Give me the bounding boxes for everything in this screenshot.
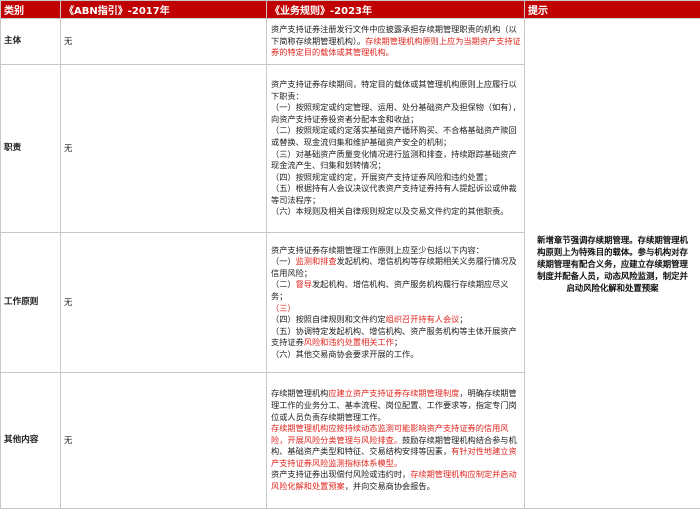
rule-line: （六）本规则及相关自律规则规定以及交易文件约定的其他职责。 bbox=[271, 206, 521, 218]
comparison-table: 类别 《ABN指引》-2017年 《业务规则》-2023年 提示 主体 无 资产… bbox=[0, 0, 700, 509]
category-cell: 其他内容 bbox=[1, 373, 61, 509]
rules-cell: 存续期管理机构应建立资产支持证券存续期管理制度，明确存续期管理工作的业务分工、基… bbox=[267, 373, 525, 509]
abn-cell: 无 bbox=[61, 65, 267, 233]
category-cell: 工作原则 bbox=[1, 233, 61, 373]
header-category: 类别 bbox=[1, 1, 61, 19]
rule-item: （三） bbox=[271, 303, 521, 315]
rules-cell: 资产支持证券注册发行文件中应披露承担存续期管理职责的机构（以下简称存续期管理机构… bbox=[267, 19, 525, 65]
header-abn: 《ABN指引》-2017年 bbox=[61, 1, 267, 19]
abn-cell: 无 bbox=[61, 233, 267, 373]
rule-item: （四）按照自律规则和文件约定组织召开持有人会议； bbox=[271, 314, 521, 326]
header-tip: 提示 bbox=[525, 1, 700, 19]
rules-cell: 资产支持证券存续期管理工作原则上应至少包括以下内容： （一）监测和排查发起机构、… bbox=[267, 233, 525, 373]
rule-item: （二）督导发起机构、增信机构、资产服务机构履行存续期应尽义务； bbox=[271, 279, 521, 302]
rule-line: （一）按照规定或约定管理、运用、处分基础资产及担保物（如有），向资产支持证券投资… bbox=[271, 102, 521, 125]
rule-line: 资产支持证券存续期管理工作原则上应至少包括以下内容： bbox=[271, 245, 521, 257]
rule-item: （六）其他交易商协会要求开展的工作。 bbox=[271, 349, 521, 361]
row-subject: 主体 无 资产支持证券注册发行文件中应披露承担存续期管理职责的机构（以下简称存续… bbox=[1, 19, 700, 65]
rule-line: （二）按照规定或约定落实基础资产循环购买、不合格基础资产赎回或替换、现金流归集和… bbox=[271, 125, 521, 148]
rule-line: （五）根据持有人会议决议代表资产支持证券持有人提起诉讼或仲裁等司法程序； bbox=[271, 183, 521, 206]
abn-cell: 无 bbox=[61, 19, 267, 65]
rule-line: （四）按照规定或约定，开展资产支持证券风险和违约处置； bbox=[271, 172, 521, 184]
rule-line: （三）对基础资产质量变化情况进行监测和排查，持续跟踪基础资产现金流产生、归集和划… bbox=[271, 149, 521, 172]
rule-item: （一）监测和排查发起机构、增信机构等存续期相关义务履行情况及信用风险； bbox=[271, 256, 521, 279]
rules-cell: 资产支持证券存续期间，特定目的载体或其管理机构原则上应履行以下职责： （一）按照… bbox=[267, 65, 525, 233]
rule-para: 资产支持证券出现偿付风险或违约时，存续期管理机构应制定并启动风险化解和处置预案，… bbox=[271, 469, 521, 492]
rule-item: （五）协调特定发起机构、增信机构、资产服务机构等主体开展资产支持证券风险和违约处… bbox=[271, 326, 521, 349]
abn-cell: 无 bbox=[61, 373, 267, 509]
header-rules: 《业务规则》-2023年 bbox=[267, 1, 525, 19]
rule-line: 资产支持证券存续期间，特定目的载体或其管理机构原则上应履行以下职责： bbox=[271, 79, 521, 102]
category-cell: 职责 bbox=[1, 65, 61, 233]
rule-para: 存续期管理机构应按持续动态监测可能影响资产支持证券的信用风险，开展风险分类管理与… bbox=[271, 423, 521, 469]
header-row: 类别 《ABN指引》-2017年 《业务规则》-2023年 提示 bbox=[1, 1, 700, 19]
tip-cell: 新增章节强调存续期管理。存续期管理机构原则上为特殊目的载体。参与机构对存续期管理… bbox=[525, 19, 700, 509]
rule-para: 存续期管理机构应建立资产支持证券存续期管理制度，明确存续期管理工作的业务分工、基… bbox=[271, 388, 521, 423]
category-cell: 主体 bbox=[1, 19, 61, 65]
